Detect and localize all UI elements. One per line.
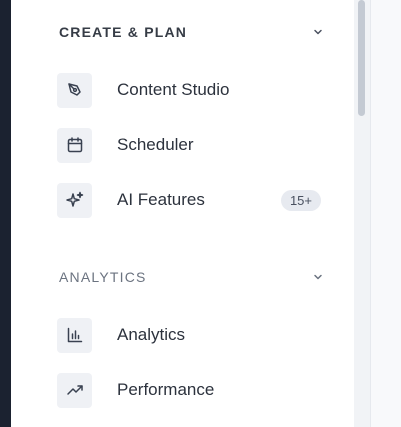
nav-label: Performance [117,380,215,399]
nav-label: Content Studio [117,80,230,99]
chevron-down-icon[interactable] [311,25,325,39]
pen-nib-icon [57,72,92,108]
chevron-down-icon[interactable] [311,270,325,284]
nav-item-analytics[interactable]: Analytics [57,317,321,353]
nav-item-scheduler[interactable]: Scheduler [57,127,321,163]
nav-label: Scheduler [117,135,194,154]
scrollbar-thumb[interactable] [358,0,365,116]
sidebar: CREATE & PLAN Content Studio Scheduler A… [11,0,354,427]
app-edge [0,0,11,427]
section-header-analytics[interactable]: ANALYTICS [59,265,329,289]
bar-chart-icon [57,317,92,353]
count-badge: 15+ [280,189,321,211]
section-title: CREATE & PLAN [59,24,188,40]
trending-up-icon [57,372,92,408]
nav-label: Analytics [117,325,186,344]
calendar-icon [57,127,92,163]
section-header-create-plan[interactable]: CREATE & PLAN [59,20,329,44]
main-panel [370,0,401,427]
nav-label: AI Features [117,190,205,209]
scrollbar[interactable] [354,0,370,427]
nav-item-ai-features[interactable]: AI Features 15+ [57,182,321,218]
nav-item-performance[interactable]: Performance [57,372,321,408]
sparkles-icon [57,182,92,218]
section-title: ANALYTICS [59,269,147,285]
nav-item-content-studio[interactable]: Content Studio [57,72,321,108]
